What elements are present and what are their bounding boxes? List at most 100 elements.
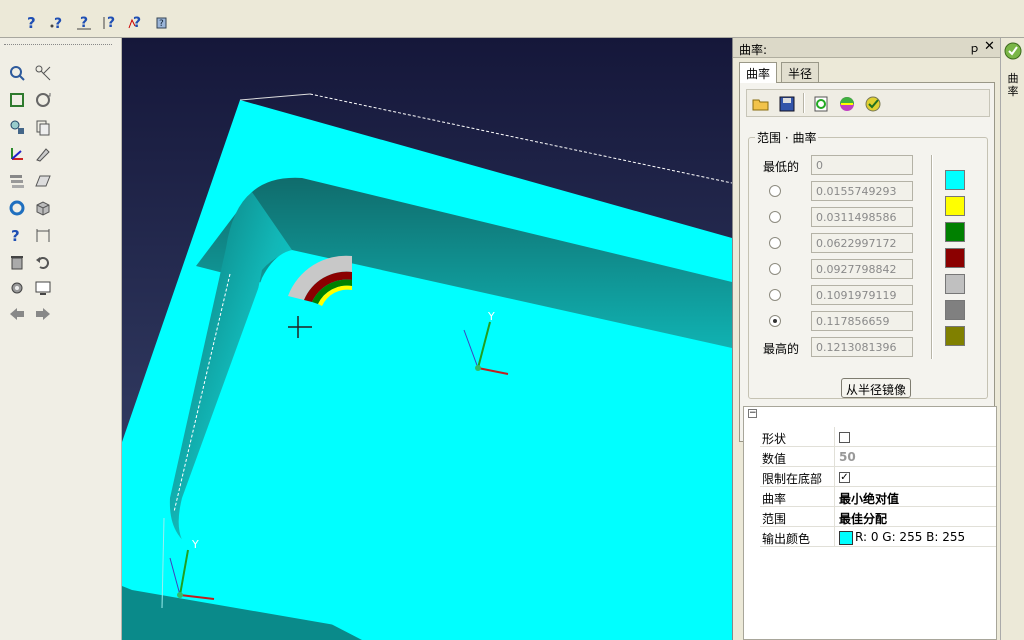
color-swatch-cyan[interactable] (945, 170, 965, 190)
forward-arrow-icon[interactable] (34, 305, 52, 323)
toolbar-grip (4, 44, 112, 47)
color-swatch-green[interactable] (945, 222, 965, 242)
settings-icon[interactable] (8, 279, 26, 297)
min-label: 最低的 (763, 160, 800, 174)
panel-icon-row (746, 89, 990, 117)
color-swatch-darkred[interactable] (945, 248, 965, 268)
value-field-7[interactable]: 0.1213081396 (811, 337, 913, 357)
rotate-view-icon[interactable] (34, 91, 52, 109)
tab-curvature[interactable]: 曲率 (739, 62, 778, 83)
color-map-icon[interactable] (837, 94, 857, 114)
range-group-label: 范围 · 曲率 (755, 129, 819, 146)
solid-icon[interactable] (34, 199, 52, 217)
model-render[interactable]: Y Y (122, 38, 732, 640)
value-field-5[interactable]: 0.1091979119 (811, 285, 913, 305)
measure-icon[interactable]: ? (50, 14, 66, 30)
surface-icon[interactable] (34, 172, 52, 190)
shape-checkbox[interactable] (839, 432, 850, 443)
prop-value-range[interactable]: 最佳分配 (834, 507, 996, 527)
svg-text:?: ? (80, 15, 88, 30)
dock-tab-label[interactable]: 曲率 (1007, 72, 1019, 98)
svg-text:?: ? (11, 227, 20, 244)
curvature-panel: 曲率: ｐ ✕ 曲率 半径 范围 · 曲率 最低的 0 0.0155749293… (732, 38, 1001, 640)
apply-check-icon[interactable] (863, 94, 883, 114)
snap-icon[interactable]: ? (76, 14, 92, 30)
output-color-swatch[interactable] (839, 530, 853, 545)
edit-icon[interactable] (34, 145, 52, 163)
range-radio-2[interactable] (769, 211, 781, 223)
range-radio-3[interactable] (769, 237, 781, 249)
prop-value-color[interactable]: R: 0 G: 255 B: 255 (834, 527, 996, 547)
value-field-1[interactable]: 0.0155749293 (811, 181, 913, 201)
update-icon[interactable] (811, 94, 831, 114)
pin-icon[interactable]: ｐ (969, 40, 980, 56)
axis-icon[interactable] (8, 145, 26, 163)
prop-row-limit-bottom[interactable]: 限制在底部 ✓ (760, 467, 996, 487)
range-radio-6[interactable] (769, 315, 781, 327)
color-swatch-olive[interactable] (945, 326, 965, 346)
collapse-toggle[interactable]: − (748, 409, 757, 418)
help-icon[interactable]: ? (24, 14, 40, 30)
range-radio-1[interactable] (769, 185, 781, 197)
point-icon[interactable]: ? (102, 14, 118, 30)
color-swatch-grey[interactable] (945, 300, 965, 320)
svg-text:?: ? (133, 15, 141, 30)
prop-row-output-color[interactable]: 输出颜色 R: 0 G: 255 B: 255 (760, 527, 996, 547)
prop-row-curvature[interactable]: 曲率 最小绝对值 (760, 487, 996, 507)
dimension-icon[interactable] (34, 226, 52, 244)
back-arrow-icon[interactable] (8, 305, 26, 323)
curvature-dock-icon[interactable] (1004, 42, 1022, 60)
open-folder-icon[interactable] (751, 94, 771, 114)
max-label: 最高的 (763, 342, 800, 356)
prop-key: 形状 (762, 432, 787, 446)
value-field-6[interactable]: 0.117856659 (811, 311, 913, 331)
value-field-4[interactable]: 0.0927798842 (811, 259, 913, 279)
prop-value-number[interactable]: 50 (834, 447, 996, 467)
close-icon[interactable]: ✕ (984, 39, 995, 54)
range-radio-4[interactable] (769, 263, 781, 275)
left-toolbar: ? (0, 38, 122, 640)
mirror-from-radius-button[interactable]: 从半径镜像 (841, 378, 911, 398)
find-icon[interactable] (8, 118, 26, 136)
model-icon[interactable]: ? (154, 14, 170, 30)
copy-icon[interactable] (34, 118, 52, 136)
toolbar-row-upper (0, 0, 1024, 8)
zoom-icon[interactable] (8, 64, 26, 82)
axis-y-label: Y (487, 310, 495, 323)
prop-key: 范围 (762, 512, 787, 526)
undo-icon[interactable] (34, 253, 52, 271)
save-icon[interactable] (777, 94, 797, 114)
delete-icon[interactable] (8, 253, 26, 271)
query-icon[interactable]: ? (8, 226, 26, 244)
limit-bottom-checkbox[interactable]: ✓ (839, 472, 850, 483)
prop-value-shape[interactable] (834, 427, 996, 447)
prop-row-value[interactable]: 数值 50 (760, 447, 996, 467)
value-field-2[interactable]: 0.0311498586 (811, 207, 913, 227)
range-radio-5[interactable] (769, 289, 781, 301)
value-field-0[interactable]: 0 (811, 155, 913, 175)
prop-row-shape[interactable]: 形状 (760, 427, 996, 447)
tab-radius[interactable]: 半径 (781, 62, 820, 82)
trim-icon[interactable] (34, 64, 52, 82)
right-dock-strip: 曲率 (1000, 38, 1024, 640)
refresh-icon[interactable] (8, 199, 26, 217)
svg-text:?: ? (107, 15, 115, 30)
value-field-3[interactable]: 0.0622997172 (811, 233, 913, 253)
color-swatch-silver[interactable] (945, 274, 965, 294)
color-swatch-yellow[interactable] (945, 196, 965, 216)
prop-value-curvature[interactable]: 最小绝对值 (834, 487, 996, 507)
tab-body: 范围 · 曲率 最低的 0 0.0155749293 0.0311498586 … (739, 82, 995, 442)
display-icon[interactable] (34, 279, 52, 297)
prop-key: 输出颜色 (762, 532, 811, 546)
panel-title-bar: 曲率: ｐ ✕ (733, 38, 1001, 58)
prop-row-range[interactable]: 范围 最佳分配 (760, 507, 996, 527)
layer-icon[interactable] (8, 172, 26, 190)
output-color-text: R: 0 G: 255 B: 255 (855, 530, 966, 544)
curvature-analysis-icon[interactable]: ? (128, 14, 144, 30)
swatch-separator (931, 155, 933, 359)
3d-viewport[interactable]: Y Y (122, 38, 732, 640)
box-select-icon[interactable] (8, 91, 26, 109)
svg-text:?: ? (27, 14, 36, 30)
prop-value-limit[interactable]: ✓ (834, 467, 996, 487)
prop-key: 限制在底部 (762, 472, 823, 486)
